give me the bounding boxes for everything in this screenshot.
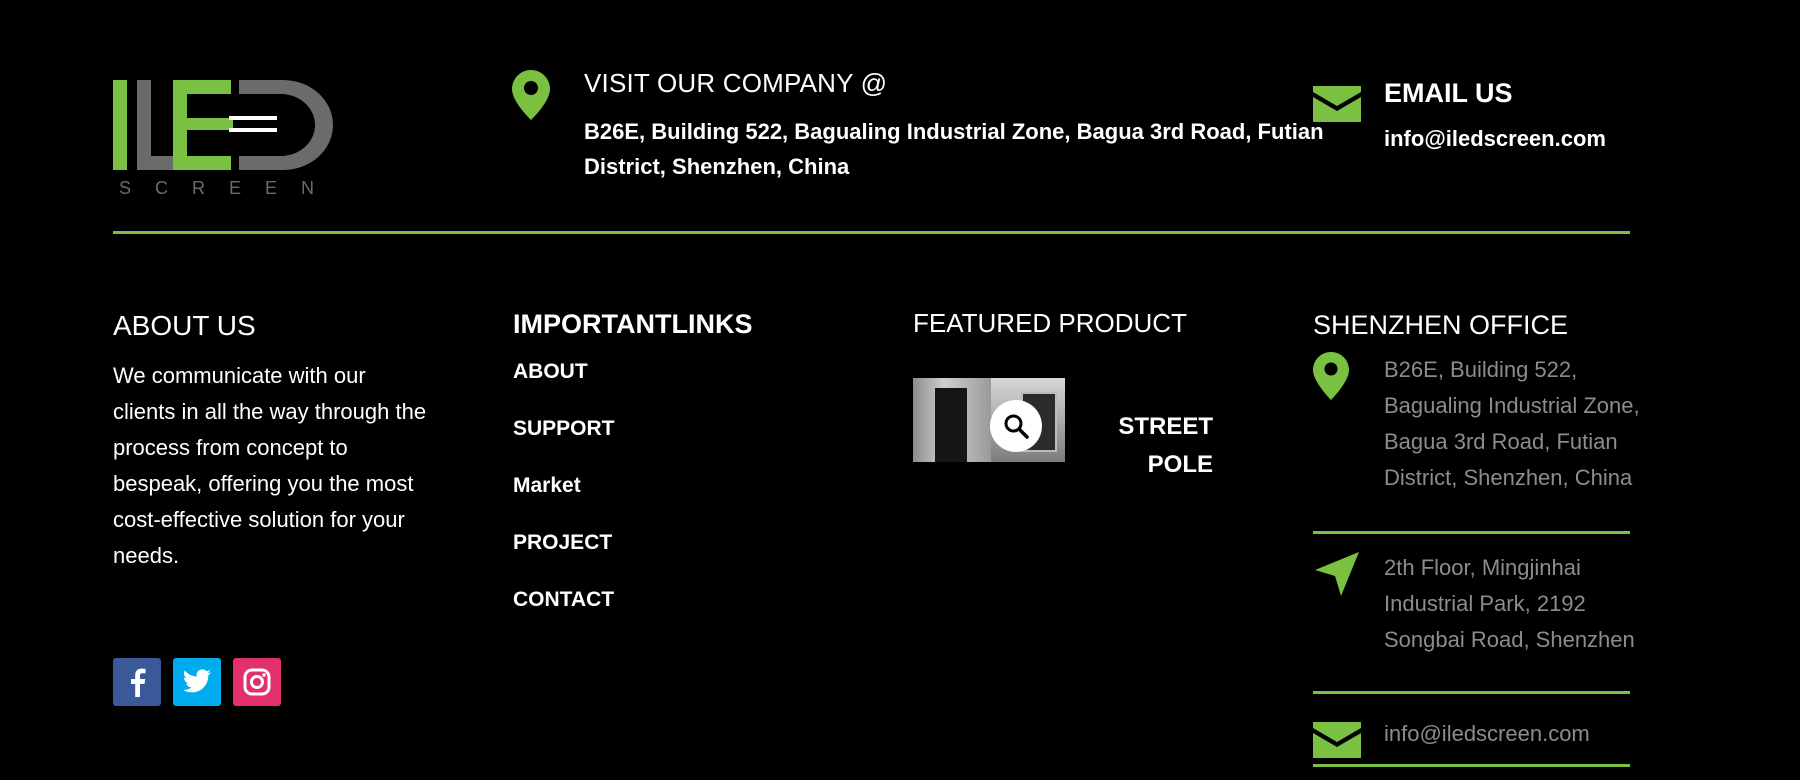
iled-screen-logo: SCREEN <box>113 80 338 198</box>
footer-links: ABOUT SUPPORT Market PROJECT CONTACT <box>513 356 615 641</box>
twitter-button[interactable] <box>173 658 221 706</box>
visit-company-title: VISIT OUR COMPANY @ <box>584 68 888 98</box>
important-links-title: IMPORTANTLINKS <box>513 309 753 339</box>
footer-link-project: PROJECT <box>513 527 615 584</box>
location-pin-icon <box>512 70 550 120</box>
product-thumbnail[interactable] <box>913 378 1065 462</box>
about-us-title: ABOUT US <box>113 310 256 341</box>
facebook-icon <box>131 668 146 697</box>
shenzhen-office-title: SHENZHEN OFFICE <box>1313 310 1569 340</box>
footer-link-support: SUPPORT <box>513 413 615 470</box>
instagram-button[interactable] <box>233 658 281 706</box>
site-logo[interactable]: SCREEN <box>113 78 358 198</box>
search-icon <box>1004 414 1029 439</box>
footer-link-contact: CONTACT <box>513 584 615 641</box>
link-about[interactable]: ABOUT <box>513 360 588 383</box>
envelope-icon <box>1313 722 1361 758</box>
office-divider <box>1313 691 1630 694</box>
section-divider <box>113 231 1630 234</box>
office-address-2: 2th Floor, Mingjinhai Industrial Park, 2… <box>1384 555 1635 652</box>
svg-text:SCREEN: SCREEN <box>119 178 338 198</box>
instagram-icon <box>243 668 271 696</box>
facebook-button[interactable] <box>113 658 161 706</box>
product-name[interactable]: STREET POLE <box>1100 408 1213 484</box>
envelope-icon <box>1313 86 1361 122</box>
featured-product-title: FEATURED PRODUCT <box>913 308 1187 338</box>
link-market[interactable]: Market <box>513 474 581 497</box>
link-contact[interactable]: CONTACT <box>513 588 614 611</box>
location-pin-icon <box>1313 352 1349 400</box>
email-us-title: EMAIL US <box>1384 78 1513 108</box>
link-support[interactable]: SUPPORT <box>513 417 615 440</box>
office-divider <box>1313 764 1630 767</box>
zoom-button[interactable] <box>990 400 1042 452</box>
company-address: B26E, Building 522, Bagualing Industrial… <box>584 119 1324 179</box>
about-us-text: We communicate with our clients in all t… <box>113 363 427 568</box>
office-divider <box>1313 531 1630 534</box>
footer-link-market: Market <box>513 470 615 527</box>
office-address-1: B26E, Building 522, Bagualing Industrial… <box>1384 357 1640 490</box>
navigation-arrow-icon <box>1313 550 1361 598</box>
footer-link-about: ABOUT <box>513 356 615 413</box>
link-project[interactable]: PROJECT <box>513 531 612 554</box>
email-address[interactable]: info@iledscreen.com <box>1384 126 1606 152</box>
office-email[interactable]: info@iledscreen.com <box>1384 721 1590 747</box>
twitter-icon <box>182 669 211 693</box>
